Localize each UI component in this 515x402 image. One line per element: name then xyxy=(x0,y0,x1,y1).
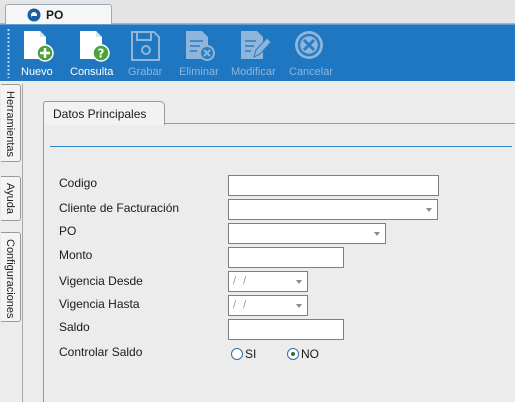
grabar-button[interactable]: Grabar xyxy=(128,29,164,79)
side-tab-configuraciones[interactable]: Configuraciones xyxy=(1,232,21,322)
vigencia-hasta-date-picker[interactable]: / / xyxy=(228,295,308,316)
vigencia-desde-date-picker[interactable]: / / xyxy=(228,271,308,292)
radio-label: NO xyxy=(301,347,319,361)
toolbar: Nuevo ? Consulta Grabar Eliminar Modific… xyxy=(0,24,515,81)
vigencia-desde-label: Vigencia Desde xyxy=(59,274,143,288)
eliminar-label: Eliminar xyxy=(179,66,219,78)
saldo-label: Saldo xyxy=(59,320,90,334)
side-tab-label: Herramientas xyxy=(4,91,16,158)
edit-document-icon xyxy=(241,31,272,59)
codigo-field[interactable] xyxy=(228,175,439,196)
controlar-saldo-label: Controlar Saldo xyxy=(59,345,143,359)
side-tab-label: Ayuda xyxy=(4,183,16,214)
radio-circle-selected xyxy=(287,348,299,360)
saldo-field[interactable] xyxy=(228,319,344,340)
query-document-icon: ? xyxy=(80,31,110,62)
svg-text:?: ? xyxy=(98,47,105,61)
app-logo-icon xyxy=(27,8,41,22)
po-label: PO xyxy=(59,224,77,238)
cancelar-button[interactable]: Cancelar xyxy=(288,29,334,79)
side-tab-label: Configuraciones xyxy=(4,239,16,319)
controlar-saldo-si-radio[interactable]: SI xyxy=(231,347,263,363)
modificar-button[interactable]: Modificar xyxy=(230,29,282,79)
cliente-facturacion-select[interactable] xyxy=(228,199,438,220)
modificar-label: Modificar xyxy=(231,66,276,78)
delete-document-icon xyxy=(186,31,215,61)
save-icon xyxy=(131,31,160,61)
new-document-icon xyxy=(24,31,54,62)
section-tab-label: Datos Principales xyxy=(53,107,147,121)
consulta-button[interactable]: ? Consulta xyxy=(69,29,115,79)
vigencia-hasta-label: Vigencia Hasta xyxy=(59,297,140,311)
monto-field[interactable] xyxy=(228,247,344,268)
cancel-icon xyxy=(295,31,323,59)
side-divider xyxy=(22,84,23,402)
radio-circle xyxy=(231,348,243,360)
controlar-saldo-no-radio[interactable]: NO xyxy=(287,347,323,363)
toolbar-grip[interactable] xyxy=(7,28,10,78)
nuevo-label: Nuevo xyxy=(21,66,53,78)
eliminar-button[interactable]: Eliminar xyxy=(178,29,222,79)
codigo-label: Codigo xyxy=(59,176,98,190)
window-tab-strip: PO Clientes xyxy=(0,0,515,36)
consulta-label: Consulta xyxy=(70,66,114,78)
grabar-label: Grabar xyxy=(128,66,163,78)
monto-label: Monto xyxy=(59,248,93,262)
side-tab-herramientas[interactable]: Herramientas xyxy=(1,84,21,162)
radio-label: SI xyxy=(245,347,257,361)
cliente-facturacion-label: Cliente de Facturación xyxy=(59,201,180,215)
cancelar-label: Cancelar xyxy=(289,66,334,78)
tab-po-clientes[interactable]: PO Clientes xyxy=(5,4,112,36)
po-select[interactable] xyxy=(228,223,386,244)
side-tab-ayuda[interactable]: Ayuda xyxy=(1,176,21,221)
section-divider xyxy=(50,146,512,147)
nuevo-button[interactable]: Nuevo xyxy=(21,29,55,79)
tab-datos-principales[interactable]: Datos Principales xyxy=(43,101,165,125)
